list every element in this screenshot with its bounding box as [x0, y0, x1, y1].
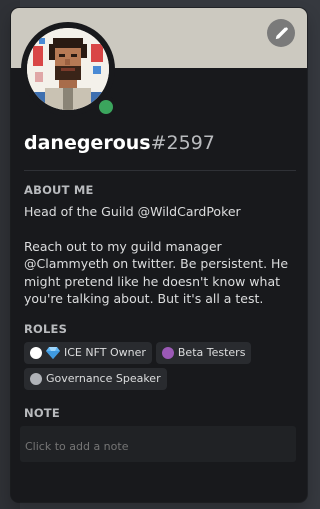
role-color-dot[interactable] [161, 346, 174, 359]
username: danegerous [24, 132, 151, 154]
role-color-dot[interactable] [30, 372, 42, 385]
role-list: ICE NFT Owner Beta Testers Governance Sp… [24, 341, 296, 390]
pencil-icon [274, 26, 288, 40]
about-me-line: Reach out to my guild manager @Clammyeth… [24, 238, 289, 307]
about-me-text: Head of the Guild @WildCardPoker Reach o… [24, 203, 296, 308]
role-label: Beta Testers [177, 346, 246, 360]
diamond-icon [46, 346, 60, 359]
divider [24, 170, 296, 171]
role-color-dot[interactable] [30, 346, 42, 359]
profile-name[interactable]: danegerous#2597 [24, 130, 296, 156]
about-me-line: Head of the Guild @WildCardPoker [24, 204, 241, 219]
roles-heading: ROLES [24, 321, 68, 336]
edit-profile-button[interactable] [267, 19, 295, 47]
role-label: Governance Speaker [46, 372, 161, 386]
user-profile-popout: danegerous#2597 ABOUT ME Head of the Gui… [11, 8, 307, 502]
discriminator: #2597 [150, 132, 215, 154]
note-heading: NOTE [24, 405, 60, 420]
status-indicator [95, 96, 117, 118]
avatar[interactable] [27, 28, 109, 110]
role-ice-nft-owner[interactable]: ICE NFT Owner [24, 341, 152, 364]
note-input[interactable] [20, 425, 296, 462]
role-beta-testers[interactable]: Beta Testers [155, 341, 252, 364]
about-me-heading: ABOUT ME [24, 183, 94, 197]
online-status-icon [99, 100, 113, 114]
role-governance-speaker[interactable]: Governance Speaker [24, 367, 167, 390]
role-label: ICE NFT Owner [64, 346, 146, 360]
avatar-wrapper[interactable] [21, 22, 117, 118]
pixel-art-portrait [27, 28, 109, 110]
